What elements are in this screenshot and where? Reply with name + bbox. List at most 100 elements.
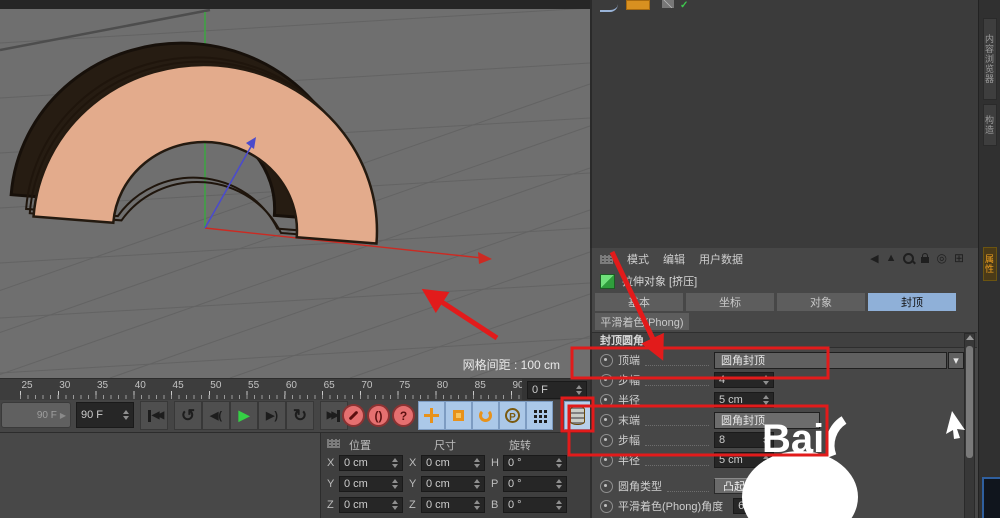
rotation-header: 旋转 <box>509 437 531 453</box>
side-tab-content-browser[interactable]: 内容浏览器 <box>983 18 997 100</box>
steps-start-field[interactable]: 4 <box>714 372 774 388</box>
new-panel-icon[interactable]: ⊞ <box>954 251 964 265</box>
size-axis-label: Y <box>409 478 416 490</box>
panel-grip-icon[interactable] <box>600 255 613 264</box>
caps-section-header[interactable]: 封顶圆角 <box>592 332 977 348</box>
field-value: 0 ° <box>508 478 522 490</box>
search-icon[interactable] <box>903 253 914 264</box>
field-stepper[interactable] <box>763 455 769 465</box>
object-manager[interactable]: ✓ <box>592 0 978 249</box>
rotation-p-field[interactable]: 0 ° <box>503 476 567 492</box>
3d-viewport[interactable]: 网格间距 : 100 cm <box>0 0 592 378</box>
target-icon[interactable]: ◎ <box>936 251 946 265</box>
object-title-row[interactable]: 拉伸对象 [挤压] <box>592 270 978 292</box>
menu-edit[interactable]: 编辑 <box>663 251 685 267</box>
anim-dot-icon[interactable] <box>600 480 613 493</box>
viewport-menubar[interactable] <box>0 0 590 9</box>
field-stepper[interactable] <box>392 458 398 468</box>
go-to-start-button[interactable]: ◀◀ <box>140 401 168 430</box>
dropdown-arrow-button[interactable]: ▾ <box>948 352 964 369</box>
side-tab-attributes[interactable]: 属性 <box>983 247 997 281</box>
timeline-ruler[interactable]: 2530354045505560657075808590 0 F <box>0 378 590 401</box>
radius-end-field[interactable]: 5 cm <box>714 452 774 468</box>
tab-basic[interactable]: 基本 <box>595 293 683 311</box>
anim-dot-icon[interactable] <box>600 434 613 447</box>
previous-key-button[interactable]: ↺ <box>174 401 202 430</box>
record-position-toggle[interactable] <box>418 401 445 430</box>
arch-object[interactable] <box>10 30 391 243</box>
steps-end-field[interactable]: 8 <box>714 432 774 448</box>
size-x-field[interactable]: 0 cm <box>421 455 485 471</box>
fillet-type-button[interactable]: 凸起 <box>714 478 754 494</box>
next-frame-button[interactable]: ▶) <box>258 401 286 430</box>
field-stepper[interactable] <box>556 458 562 468</box>
navigate-up-icon[interactable]: ▲ <box>886 252 897 264</box>
timeline-slider-handle[interactable]: 90 F ▶ <box>1 402 71 428</box>
side-tab-structure[interactable]: 构造 <box>983 104 997 146</box>
field-stepper[interactable] <box>763 395 769 405</box>
bar-icon <box>337 410 340 422</box>
field-stepper[interactable] <box>782 501 788 511</box>
bar-icon <box>148 410 151 422</box>
frame-stepper[interactable] <box>576 385 582 395</box>
ruler-tick-label: 60 <box>279 380 303 391</box>
size-z-field[interactable]: 0 cm <box>421 497 485 513</box>
record-scale-toggle[interactable] <box>445 401 472 430</box>
menu-userdata[interactable]: 用户数据 <box>699 251 743 267</box>
field-stepper[interactable] <box>392 500 398 510</box>
anim-dot-icon[interactable] <box>600 394 613 407</box>
slider-arrow-icon: ▶ <box>60 411 66 420</box>
scrollbar-thumb[interactable] <box>966 346 973 458</box>
menu-mode[interactable]: 模式 <box>627 251 649 267</box>
slider-frame-label: 90 F <box>37 410 57 421</box>
next-key-button[interactable]: ↻ <box>286 401 314 430</box>
side-tab-strip: 内容浏览器 构造 属性 <box>978 0 1000 518</box>
field-stepper[interactable] <box>556 500 562 510</box>
current-frame-field[interactable]: 0 F <box>527 381 587 399</box>
radius-start-field[interactable]: 5 cm <box>714 392 774 408</box>
previous-frame-button[interactable]: ◀( <box>202 401 230 430</box>
scroll-up-icon[interactable] <box>966 335 974 340</box>
start-cap-dropdown[interactable]: 圆角封顶 <box>714 352 947 369</box>
record-button[interactable] <box>342 404 365 427</box>
lock-icon[interactable] <box>921 257 929 263</box>
keyframe-options-button[interactable]: ? <box>392 404 415 427</box>
anim-dot-icon[interactable] <box>600 454 613 467</box>
position-z-field[interactable]: 0 cm <box>339 497 403 513</box>
field-stepper[interactable] <box>474 500 480 510</box>
record-parameter-toggle[interactable]: P <box>499 401 526 430</box>
phong-angle-field[interactable]: 63 ° <box>733 498 793 514</box>
field-stepper[interactable] <box>763 435 769 445</box>
anim-dot-icon[interactable] <box>600 374 613 387</box>
anim-dot-icon[interactable] <box>600 414 613 427</box>
field-stepper[interactable] <box>763 375 769 385</box>
record-pla-toggle[interactable] <box>526 401 553 430</box>
field-stepper[interactable] <box>556 479 562 489</box>
record-rotation-toggle[interactable] <box>472 401 499 430</box>
position-axis-label: Z <box>327 499 334 511</box>
tab-phong[interactable]: 平滑着色(Phong) <box>595 313 689 330</box>
rotation-b-field[interactable]: 0 ° <box>503 497 567 513</box>
tab-caps[interactable]: 封顶 <box>868 293 956 311</box>
autokey-button[interactable]: () <box>367 404 390 427</box>
attributes-scrollbar[interactable] <box>964 333 975 518</box>
panel-grip-icon[interactable] <box>327 439 340 448</box>
move-icon <box>424 408 439 423</box>
position-y-field[interactable]: 0 cm <box>339 476 403 492</box>
anim-dot-icon[interactable] <box>600 354 613 367</box>
field-stepper[interactable] <box>474 458 480 468</box>
tab-coordinates[interactable]: 坐标 <box>686 293 774 311</box>
tab-object[interactable]: 对象 <box>777 293 865 311</box>
end-cap-dropdown[interactable]: 圆角封顶 <box>714 412 820 429</box>
solo-object-button[interactable] <box>564 401 591 430</box>
anim-dot-icon[interactable] <box>600 500 613 513</box>
position-x-field[interactable]: 0 cm <box>339 455 403 471</box>
play-button[interactable]: ▶ <box>230 401 258 430</box>
history-back-icon[interactable]: ◀ <box>870 252 878 265</box>
field-stepper[interactable] <box>474 479 480 489</box>
end-frame-field[interactable]: 90 F <box>76 402 134 428</box>
field-stepper[interactable] <box>392 479 398 489</box>
end-frame-stepper[interactable] <box>123 410 129 420</box>
size-y-field[interactable]: 0 cm <box>421 476 485 492</box>
rotation-h-field[interactable]: 0 ° <box>503 455 567 471</box>
